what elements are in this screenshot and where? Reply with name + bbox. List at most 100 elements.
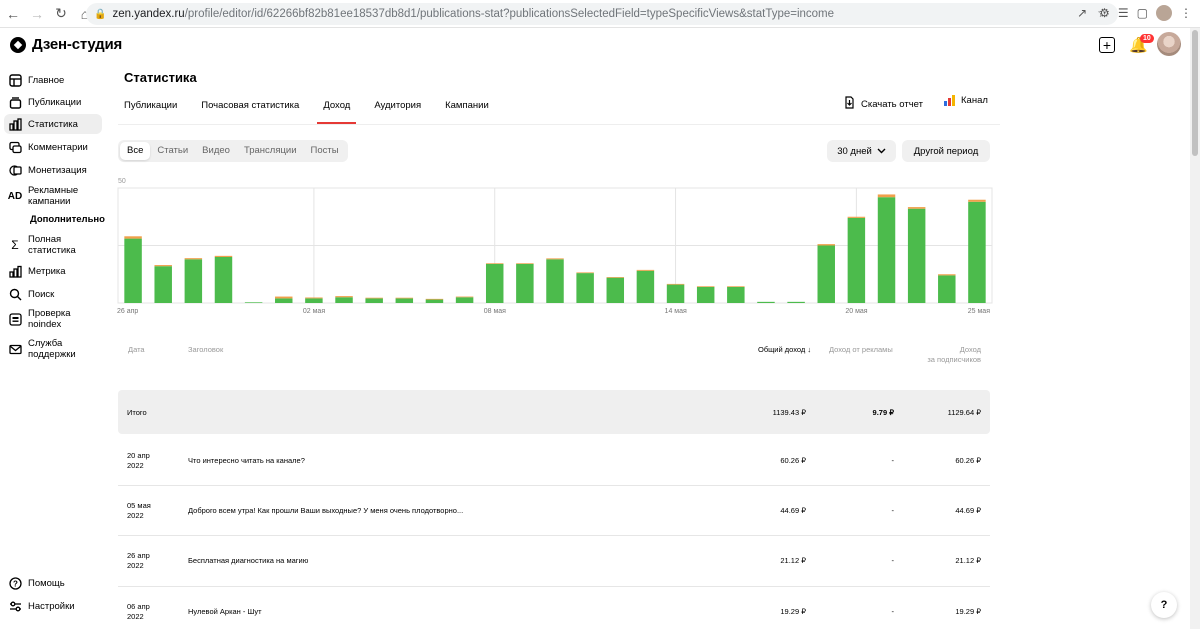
row-title-link[interactable]: Что интересно читать на канале?	[188, 456, 305, 466]
filter-all[interactable]: Все	[120, 142, 151, 160]
col-header-subs[interactable]: Доход за подписчиков	[900, 345, 981, 365]
row-ads: -	[891, 556, 895, 565]
total-income: 1139.43 ₽	[772, 408, 806, 417]
bar-subscribers	[154, 266, 172, 303]
channel-icon	[944, 95, 955, 106]
row-subs: 44.69 ₽	[955, 506, 981, 515]
row-title-link[interactable]: Бесплатная диагностика на магию	[188, 556, 308, 566]
extensions-icon[interactable]: ⚙	[1099, 6, 1110, 20]
tab-income[interactable]: Доход	[317, 100, 357, 125]
tab-publications[interactable]: Публикации	[124, 100, 177, 125]
reading-list-icon[interactable]: ☰	[1118, 6, 1129, 20]
sidebar-item-publications[interactable]: Публикации	[4, 94, 102, 110]
download-icon	[844, 96, 855, 112]
sidebar-item-home[interactable]: Главное	[4, 72, 102, 88]
bar-ads	[938, 274, 956, 276]
bar-subscribers	[636, 270, 655, 303]
download-report-button[interactable]: Скачать отчет	[844, 96, 923, 112]
bar-subscribers	[305, 298, 323, 303]
bar-ads	[305, 297, 323, 299]
col-header-ads[interactable]: Доход от рекламы	[829, 345, 893, 355]
col-header-title[interactable]: Заголовок	[188, 345, 223, 355]
row-date-day: 20 апр	[127, 451, 150, 460]
row-date-year: 2022	[127, 461, 144, 470]
url-host: zen.yandex.ru	[112, 8, 185, 20]
tabs-divider	[118, 124, 1000, 125]
bar-subscribers	[696, 286, 715, 303]
period-dropdown[interactable]: 30 дней	[827, 140, 896, 162]
forward-icon[interactable]: →	[26, 3, 48, 25]
sidebar-item-label: Статистика	[28, 118, 78, 130]
sidebar-item-settings[interactable]: Настройки	[4, 598, 102, 614]
row-date-day: 26 апр	[127, 551, 150, 560]
period-label: 30 дней	[837, 145, 872, 157]
bar-ads	[516, 263, 534, 264]
create-publication-button[interactable]: +	[1099, 37, 1115, 53]
user-avatar[interactable]	[1157, 32, 1181, 56]
bar-subscribers	[938, 275, 956, 303]
bar-subscribers	[244, 302, 263, 303]
sidepanel-icon[interactable]: ▢	[1137, 6, 1148, 20]
bar-ads	[485, 263, 504, 264]
browser-profile-avatar[interactable]	[1156, 5, 1172, 21]
zen-logo[interactable]: Дзен-студия	[10, 36, 122, 53]
x-tick-label: 25 мая	[967, 308, 990, 315]
scrollbar-thumb[interactable]	[1192, 30, 1198, 156]
bar-ads	[154, 265, 172, 267]
sidebar-item-metrika[interactable]: Метрика	[4, 263, 102, 279]
tab-campaigns[interactable]: Кампании	[445, 100, 489, 125]
address-bar[interactable]: 🔒 zen.yandex.ru/profile/editor/id/62266b…	[86, 3, 1118, 25]
sidebar-item-label: Настройки	[28, 600, 75, 612]
publications-icon	[8, 95, 22, 109]
row-divider	[118, 586, 990, 587]
bar-ads	[727, 286, 745, 287]
sidebar-item-label: Проверка noindex	[28, 308, 71, 330]
row-date-day: 06 апр	[127, 602, 150, 611]
help-floating-button[interactable]: ?	[1151, 592, 1177, 618]
total-ads: 9.79 ₽	[872, 408, 894, 417]
filter-video[interactable]: Видео	[195, 142, 237, 160]
filter-articles[interactable]: Статьи	[150, 142, 195, 160]
bar-ads	[184, 258, 203, 260]
col-header-subs-line1: Доход	[959, 345, 981, 354]
channel-button[interactable]: Канал	[944, 95, 988, 106]
x-tick-label: 26 апр	[117, 308, 139, 315]
row-title-link[interactable]: Доброго всем утра! Как прошли Ваши выход…	[188, 506, 463, 516]
monetization-icon	[8, 163, 22, 177]
tab-audience[interactable]: Аудитория	[374, 100, 421, 125]
sidebar-item-label: Рекламные кампании	[28, 185, 79, 207]
bar-ads	[275, 296, 293, 299]
bar-subscribers	[606, 277, 625, 303]
sidebar-item-support[interactable]: Служба поддержки	[4, 337, 102, 361]
sidebar-item-noindex[interactable]: Проверка noindex	[4, 307, 102, 331]
sidebar-item-search[interactable]: Поиск	[4, 286, 102, 302]
other-period-button[interactable]: Другой период	[902, 140, 990, 162]
col-header-date[interactable]: Дата	[128, 345, 145, 355]
notification-badge: 10	[1140, 34, 1154, 43]
filter-streams[interactable]: Трансляции	[237, 142, 304, 160]
home-icon	[8, 73, 22, 87]
share-icon[interactable]: ↗	[1077, 6, 1087, 20]
col-header-total[interactable]: Общий доход ↓	[758, 345, 814, 355]
filter-posts[interactable]: Посты	[304, 142, 346, 160]
bar-subscribers	[877, 197, 896, 303]
bar-subscribers	[907, 208, 926, 303]
sigma-icon: Σ	[11, 237, 19, 252]
bar-subscribers	[455, 297, 474, 303]
chart-plot	[117, 187, 993, 304]
bar-ads	[877, 194, 896, 198]
sidebar-item-statistics[interactable]: Статистика	[4, 114, 102, 134]
sidebar-item-help[interactable]: ? Помощь	[4, 575, 102, 591]
row-title-link[interactable]: Нулевой Аркан - Шут	[188, 607, 262, 617]
stat-tabs: Публикации Почасовая статистика Доход Ау…	[124, 100, 513, 125]
income-chart: 50 26 апр 02 мая 08 мая 14 мая 20 мая 25 мая	[116, 176, 994, 322]
bar-ads	[666, 283, 685, 285]
reload-icon[interactable]: ↻	[50, 3, 72, 25]
browser-menu-icon[interactable]: ⋮	[1180, 6, 1192, 20]
sidebar-item-ad-campaigns[interactable]: AD Рекламные кампании	[4, 184, 102, 208]
sidebar-item-monetization[interactable]: Монетизация	[4, 162, 102, 178]
sidebar-item-full-stats[interactable]: Σ Полная статистика	[4, 233, 102, 257]
sidebar-item-comments[interactable]: Комментарии	[4, 139, 102, 155]
back-icon[interactable]: ←	[2, 3, 24, 25]
tab-hourly[interactable]: Почасовая статистика	[201, 100, 299, 125]
